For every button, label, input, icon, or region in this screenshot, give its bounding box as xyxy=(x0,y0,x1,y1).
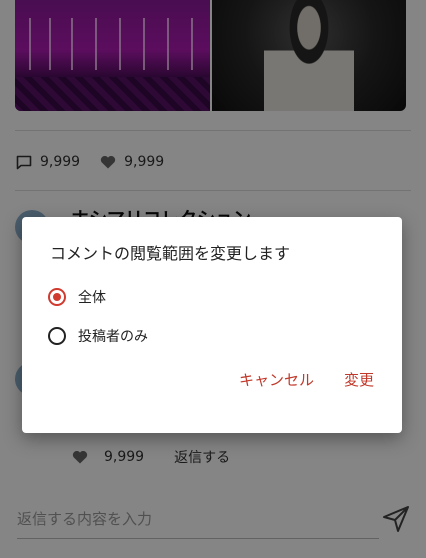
post-detail-page: 9,999 9,999 ホシマリコレクション 9,999 返信する xyxy=(0,0,426,558)
radio-checked-icon[interactable] xyxy=(48,288,66,306)
visibility-dialog: コメントの閲覧範囲を変更します 全体 投稿者のみ キャンセル 変更 xyxy=(22,217,402,433)
radio-unchecked-icon[interactable] xyxy=(48,327,66,345)
option-label: 全体 xyxy=(78,290,106,306)
option-everyone[interactable]: 全体 xyxy=(48,287,106,307)
option-poster-only[interactable]: 投稿者のみ xyxy=(48,326,148,346)
cancel-button[interactable]: キャンセル xyxy=(239,369,314,390)
dialog-title: コメントの閲覧範囲を変更します xyxy=(50,244,291,263)
dialog-actions: キャンセル 変更 xyxy=(209,369,374,390)
change-button[interactable]: 変更 xyxy=(344,369,374,390)
option-label: 投稿者のみ xyxy=(78,329,148,345)
